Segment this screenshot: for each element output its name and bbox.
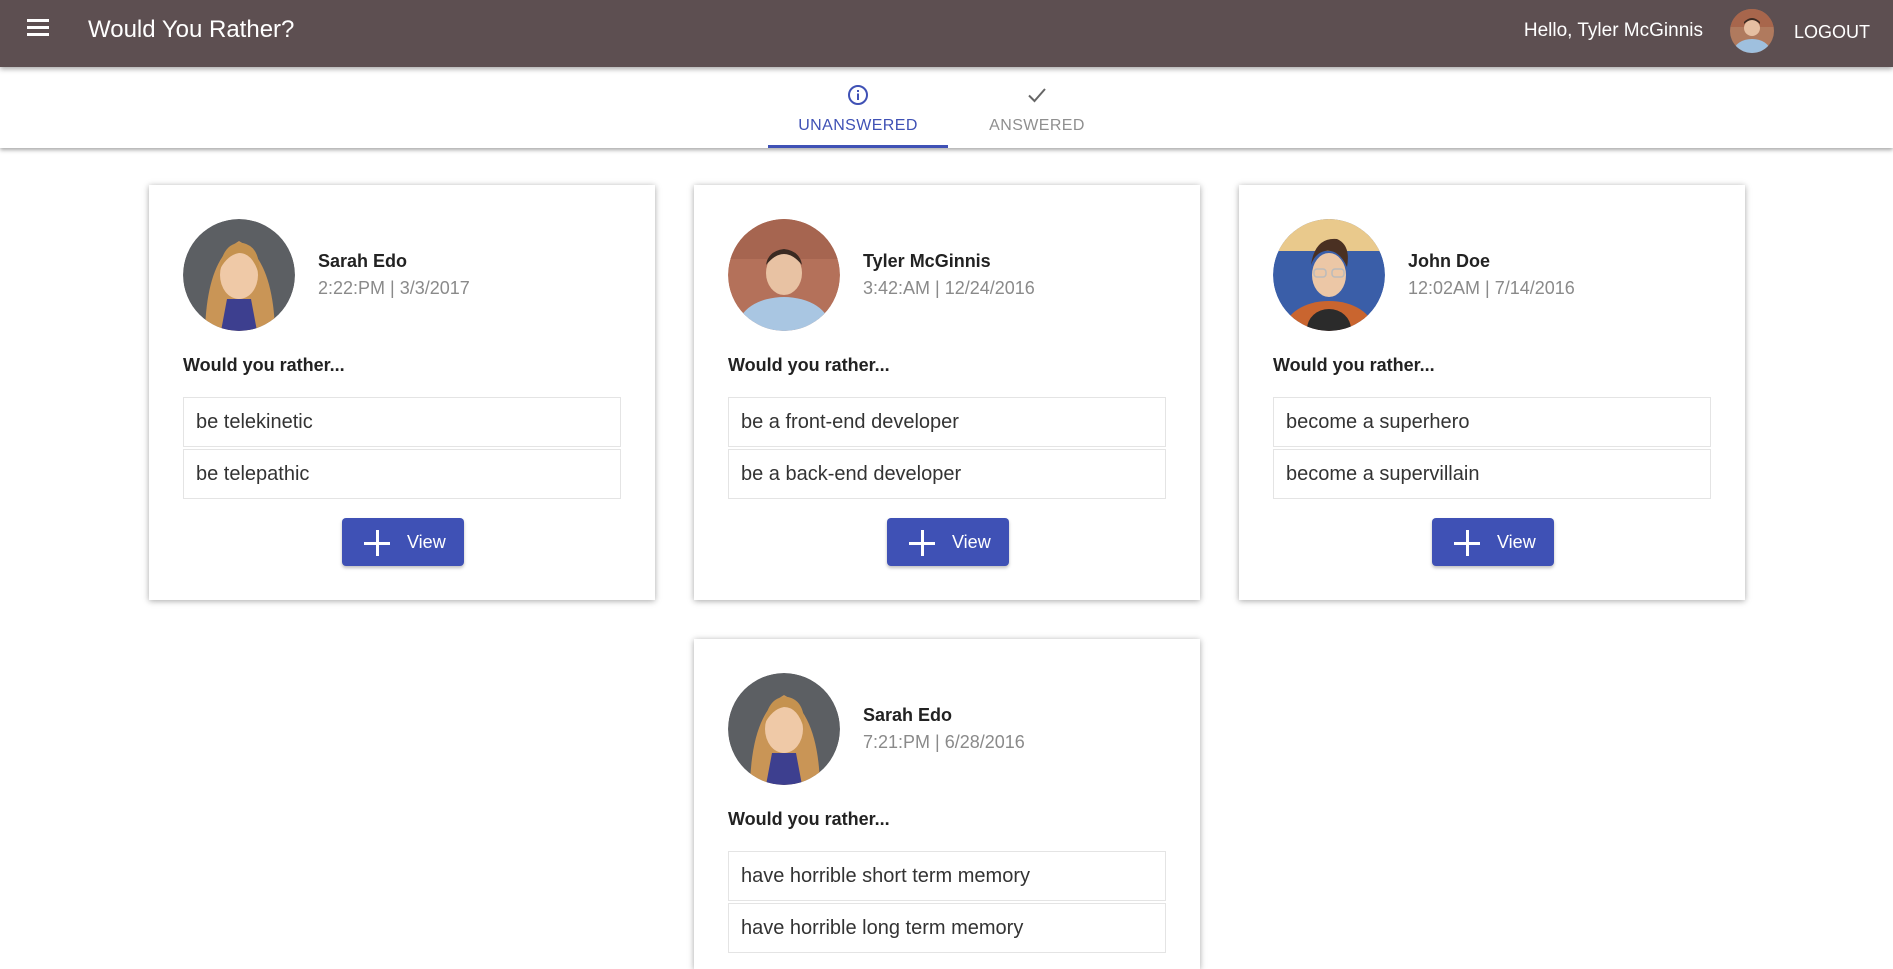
check-icon [1028,88,1046,103]
tab-label: UNANSWERED [798,117,918,134]
plus-icon [1454,530,1480,556]
tab-label: ANSWERED [989,117,1085,134]
author-name: Tyler McGinnis [863,251,991,271]
timestamp: 12:02AM | 7/14/2016 [1408,278,1575,298]
options-list: be telekinetic be telepathic [183,397,621,501]
option-two: become a supervillain [1273,449,1711,499]
question-prompt: Would you rather... [1273,355,1435,375]
options-list: have horrible short term memory have hor… [728,851,1166,955]
question-card: Sarah Edo 7:21:PM | 6/28/2016 Would you … [694,639,1200,969]
user-greeting: Hello, Tyler McGinnis [1523,20,1703,41]
user-avatar[interactable] [1730,9,1774,53]
option-one: have horrible short term memory [728,851,1166,901]
author-name: Sarah Edo [318,251,408,271]
author-name: John Doe [1408,251,1491,271]
author-avatar [1273,219,1385,331]
options-list: be a front-end developer be a back-end d… [728,397,1166,501]
question-card: Sarah Edo 2:22:PM | 3/3/2017 Would you r… [149,185,655,600]
tab-indicator [768,145,948,148]
author-avatar [728,673,840,785]
app-bar: Would You Rather? Hello, Tyler McGinnis … [0,0,1893,67]
author-name: Sarah Edo [863,705,953,725]
author-avatar [728,219,840,331]
option-one: become a superhero [1273,397,1711,447]
timestamp: 7:21:PM | 6/28/2016 [863,732,1025,752]
app-title: Would You Rather? [88,16,295,43]
view-button-label: View [407,532,446,552]
view-button-label: View [1497,532,1536,552]
plus-icon [364,530,390,556]
timestamp: 3:42:AM | 12/24/2016 [863,278,1035,298]
menu-icon[interactable] [27,19,51,41]
option-one: be a front-end developer [728,397,1166,447]
plus-icon [909,530,935,556]
question-prompt: Would you rather... [728,355,890,375]
view-button[interactable]: View [1432,518,1554,566]
option-one: be telekinetic [183,397,621,447]
question-card: John Doe 12:02AM | 7/14/2016 Would you r… [1239,185,1745,600]
option-two: be a back-end developer [728,449,1166,499]
timestamp: 2:22:PM | 3/3/2017 [318,278,470,298]
author-avatar [183,219,295,331]
question-prompt: Would you rather... [183,355,345,375]
tab-answered[interactable]: ANSWERED [947,67,1127,148]
view-button-label: View [952,532,991,552]
option-two: have horrible long term memory [728,903,1166,953]
question-prompt: Would you rather... [728,809,890,829]
options-list: become a superhero become a supervillain [1273,397,1711,501]
info-icon [848,85,868,105]
tab-bar: UNANSWERED ANSWERED [0,67,1893,148]
logout-button[interactable]: LOGOUT [1784,12,1880,52]
view-button[interactable]: View [342,518,464,566]
question-card: Tyler McGinnis 3:42:AM | 12/24/2016 Woul… [694,185,1200,600]
view-button[interactable]: View [887,518,1009,566]
tab-unanswered[interactable]: UNANSWERED [768,67,948,148]
option-two: be telepathic [183,449,621,499]
